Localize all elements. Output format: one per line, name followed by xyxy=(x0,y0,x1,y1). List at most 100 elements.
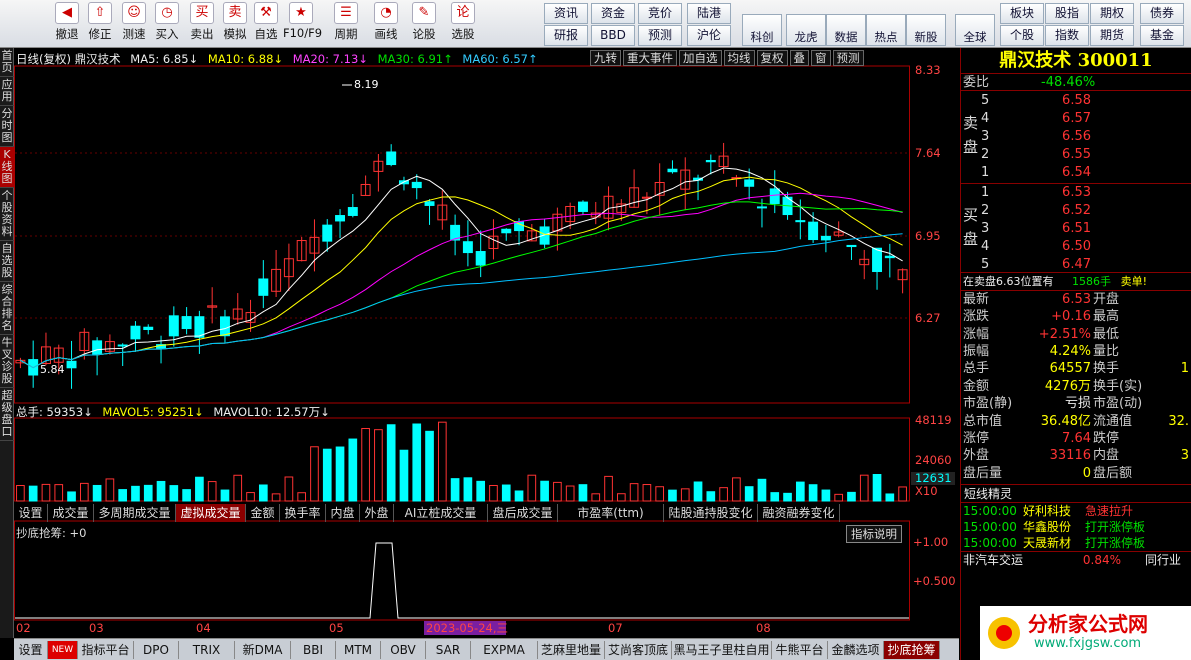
volume-tab-0[interactable]: 设置 xyxy=(14,504,48,522)
volume-tab-1[interactable]: 成交量 xyxy=(48,504,94,522)
volume-tab-3[interactable]: 虚拟成交量 xyxy=(176,504,246,522)
leftnav-item-0[interactable]: 首页 xyxy=(0,48,14,77)
volume-tab-10[interactable]: 市盈率(ttm) xyxy=(558,504,664,522)
toolbar-small-13[interactable]: 全球 xyxy=(955,14,995,46)
leftnav-item-6[interactable]: 综合排名 xyxy=(0,282,14,335)
leftnav-item-4[interactable]: 个股资料 xyxy=(0,188,14,241)
indicator-tab-4[interactable]: TRIX xyxy=(179,641,235,659)
volume-tab-5[interactable]: 换手率 xyxy=(280,504,326,522)
leftnav-item-8[interactable]: 超级盘口 xyxy=(0,388,14,441)
toolbar-label-8: 周期 xyxy=(334,27,358,41)
indicator-tab-16[interactable]: 抄底抢筹 xyxy=(884,641,940,659)
price-axis-label-2: 6.95 xyxy=(915,229,941,243)
kline-tool-1[interactable]: 重大事件 xyxy=(623,50,677,66)
indicator-tab-3[interactable]: DPO xyxy=(134,641,179,659)
indicator-tab-13[interactable]: 黑马王子里柱自用 xyxy=(672,641,772,659)
toolbar-small-11[interactable]: 热点 xyxy=(866,14,906,46)
kline-tool-4[interactable]: 复权 xyxy=(756,50,788,66)
toolbar-small-17[interactable]: 债券 xyxy=(1140,3,1184,24)
indicator-tab-11[interactable]: 芝麻里地量 xyxy=(538,641,605,659)
kline-tool-5[interactable]: 叠 xyxy=(789,50,809,66)
ma5-label: MA5: 6.85↓ xyxy=(130,52,199,66)
toolbar-button-3[interactable]: ◷ 买入 xyxy=(149,2,185,46)
indicator-tab-15[interactable]: 金麟选项 xyxy=(828,641,884,659)
toolbar-button-4[interactable]: 买卖出 xyxy=(184,2,220,46)
indicator-tab-14[interactable]: 牛熊平台 xyxy=(772,641,828,659)
toolbar-small-14[interactable]: 板块 xyxy=(1000,3,1044,24)
toolbar-button-10[interactable]: ✎ 论股 xyxy=(406,2,442,46)
volume-tab-11[interactable]: 陆股通持股变化 xyxy=(664,504,758,522)
toolbar-label-0: 撤退 xyxy=(55,27,79,41)
indicator-tab-1[interactable]: NEW xyxy=(48,641,78,659)
toolbar-small-19[interactable]: 指数 xyxy=(1045,25,1089,46)
indicator-tab-5[interactable]: 新DMA xyxy=(235,641,291,659)
kline-svg[interactable]: 8.33 7.64 6.95 6.27 8.19 5.84 48119 24060 12631X… xyxy=(14,48,959,640)
indicator-tab-0[interactable]: 设置 xyxy=(14,641,48,659)
volume-tab-7[interactable]: 外盘 xyxy=(360,504,394,522)
toolbar-small-6[interactable]: 预测 xyxy=(638,25,682,46)
buy-price-0: 6.53 xyxy=(1062,185,1091,201)
toolbar-button-8[interactable]: ☰ 周期 xyxy=(328,2,364,46)
leftnav-item-3[interactable]: K线图 xyxy=(0,147,14,188)
leftnav-item-1[interactable]: 应用 xyxy=(0,77,14,106)
indicator-tab-7[interactable]: MTM xyxy=(336,641,381,659)
toolbar-small-10[interactable]: 数据 xyxy=(826,14,866,46)
indicator-tab-6[interactable]: BBI xyxy=(291,641,336,659)
indicator-tab-9[interactable]: SAR xyxy=(426,641,471,659)
kline-chart-area[interactable]: 8.33 7.64 6.95 6.27 8.19 5.84 48119 24060 12631 X… xyxy=(14,48,959,640)
indicator-tab-10[interactable]: EXPMA xyxy=(471,641,538,659)
volume-bar-8 xyxy=(118,489,128,502)
volume-tab-4[interactable]: 金额 xyxy=(246,504,280,522)
toolbar-small-1[interactable]: 资金 xyxy=(591,3,635,24)
leftnav-item-7[interactable]: 牛叉诊股 xyxy=(0,335,14,388)
leftnav-item-2[interactable]: 分时图 xyxy=(0,106,14,147)
indicator-tab-8[interactable]: OBV xyxy=(381,641,426,659)
toolbar-small-0[interactable]: 资讯 xyxy=(544,3,588,24)
kline-tool-3[interactable]: 均线 xyxy=(723,50,755,66)
duanxian-stock-1: 华鑫股份 xyxy=(1023,520,1072,535)
kline-tool-6[interactable]: 窗 xyxy=(811,50,831,66)
toolbar-button-9[interactable]: ◔ 画线 xyxy=(368,2,404,46)
leftnav-item-5[interactable]: 自选股 xyxy=(0,241,14,282)
candle-body-12 xyxy=(168,315,179,337)
kline-tool-7[interactable]: 预测 xyxy=(832,50,864,66)
toolbar-button-7[interactable]: ★ F10/F9 xyxy=(283,2,323,46)
toolbar-small-5[interactable]: BBD xyxy=(591,25,635,46)
volume-tab-6[interactable]: 内盘 xyxy=(326,504,360,522)
volume-tab-2[interactable]: 多周期成交量 xyxy=(94,504,176,522)
toolbar-small-21[interactable]: 基金 xyxy=(1140,25,1184,46)
indicator-help-button[interactable]: 指标说明 xyxy=(846,525,902,543)
volume-bar-63 xyxy=(821,489,831,502)
toolbar-small-3[interactable]: 陆港 xyxy=(687,3,731,24)
toolbar-button-11[interactable]: 论选股 xyxy=(445,2,481,46)
toolbar-small-16[interactable]: 期权 xyxy=(1090,3,1134,24)
toolbar-small-8[interactable]: 科创 xyxy=(742,14,782,46)
toolbar-small-7[interactable]: 沪伦 xyxy=(687,25,731,46)
duanxian-item-2[interactable]: 15:00:00 天晟新材 打开涨停板 xyxy=(961,535,1191,551)
toolbar-small-9[interactable]: 龙虎 xyxy=(786,14,826,46)
kline-tools: 九转 重大事件 加自选 均线 复权叠窗预测 xyxy=(590,50,866,66)
volume-tab-12[interactable]: 融资融券变化 xyxy=(758,504,840,522)
volume-tab-9[interactable]: 盘后成交量 xyxy=(488,504,558,522)
toolbar-small-18[interactable]: 个股 xyxy=(1000,25,1044,46)
quote-row-0: 最新 6.53 开盘 xyxy=(961,291,1191,308)
indicator-tab-12[interactable]: 艾尚客顶底 xyxy=(605,641,672,659)
indicator-tab-2[interactable]: 指标平台 xyxy=(78,641,134,659)
toolbar-button-2[interactable]: ☺ 测速 xyxy=(116,2,152,46)
toolbar-small-2[interactable]: 竞价 xyxy=(638,3,682,24)
order-book: 卖盘 买盘 5 6.58 4 6.57 3 6.56 2 6.55 1 6.54 1 6.53 2 6.52 3… xyxy=(961,91,1191,274)
volume-tab-8[interactable]: AI立桩成交量 xyxy=(394,504,488,522)
toolbar-label-7: F10/F9 xyxy=(283,26,323,40)
toolbar-small-12[interactable]: 新股 xyxy=(906,14,946,46)
duanxian-item-1[interactable]: 15:00:00 华鑫股份 打开涨停板 xyxy=(961,519,1191,535)
kline-tool-0[interactable]: 九转 xyxy=(590,50,621,66)
toolbar-button-6[interactable]: ⚒ 自选 xyxy=(248,2,284,46)
duanxian-item-0[interactable]: 15:00:00 好利科技 急速拉升 xyxy=(961,503,1191,519)
toolbar-small-4[interactable]: 研报 xyxy=(544,25,588,46)
toolbar-button-1[interactable]: ⇧ 修正 xyxy=(82,2,118,46)
quote-row-6: 市盈(静) 亏损 市盈(动) xyxy=(961,395,1191,412)
kline-tool-2[interactable]: 加自选 xyxy=(679,50,722,66)
toolbar-button-0[interactable]: ◀ 撤退 xyxy=(49,2,85,46)
toolbar-small-15[interactable]: 股指 xyxy=(1045,3,1089,24)
toolbar-small-20[interactable]: 期货 xyxy=(1090,25,1134,46)
